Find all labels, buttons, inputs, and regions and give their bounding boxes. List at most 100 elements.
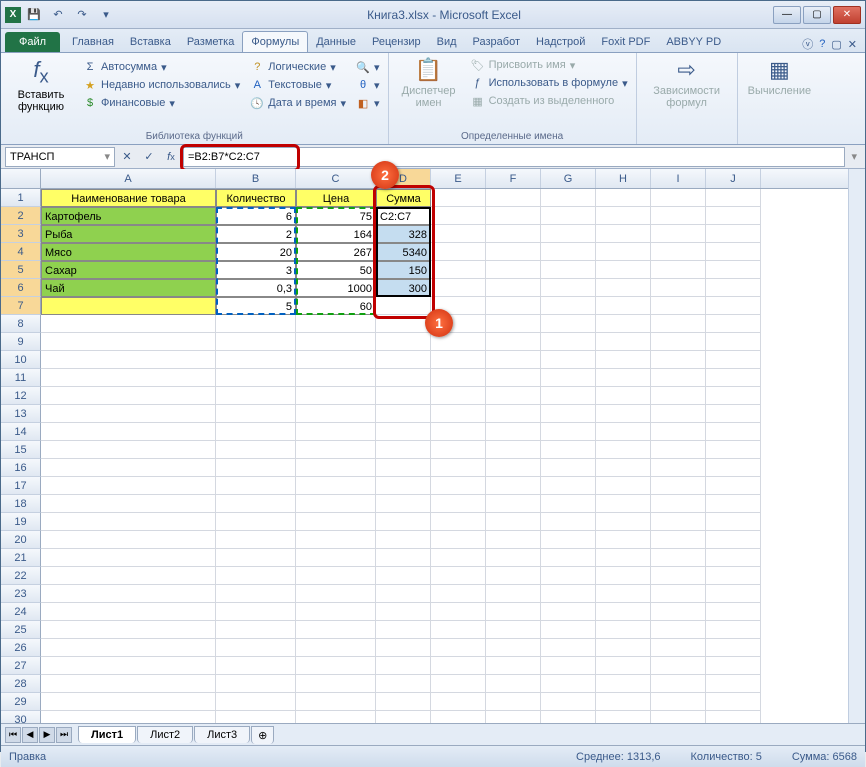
cell[interactable]: 2: [216, 225, 296, 243]
sheet-first-icon[interactable]: ⏮: [5, 727, 21, 743]
cell[interactable]: [486, 189, 541, 207]
cell[interactable]: [706, 243, 761, 261]
col-header-j[interactable]: J: [706, 169, 761, 188]
cell[interactable]: 1000: [296, 279, 376, 297]
save-icon[interactable]: 💾: [25, 6, 43, 24]
cell[interactable]: [706, 603, 761, 621]
cell[interactable]: [706, 369, 761, 387]
row-header[interactable]: 8: [1, 315, 41, 333]
cell[interactable]: [541, 279, 596, 297]
cell[interactable]: [651, 297, 706, 315]
cell[interactable]: [376, 585, 431, 603]
cell[interactable]: [41, 297, 216, 315]
sheet-prev-icon[interactable]: ◀: [22, 727, 38, 743]
cell[interactable]: [431, 675, 486, 693]
cell[interactable]: [706, 657, 761, 675]
cell[interactable]: [376, 639, 431, 657]
col-header-c[interactable]: C: [296, 169, 376, 188]
cell[interactable]: [41, 387, 216, 405]
cell[interactable]: [651, 675, 706, 693]
cell[interactable]: [376, 369, 431, 387]
cell[interactable]: [706, 711, 761, 723]
row-header[interactable]: 15: [1, 441, 41, 459]
row-header[interactable]: 10: [1, 351, 41, 369]
undo-icon[interactable]: ↶: [49, 6, 67, 24]
cell[interactable]: [706, 423, 761, 441]
cell[interactable]: Рыба: [41, 225, 216, 243]
cell[interactable]: [541, 603, 596, 621]
cell[interactable]: [41, 639, 216, 657]
cell[interactable]: [541, 513, 596, 531]
cell[interactable]: [541, 441, 596, 459]
row-header[interactable]: 11: [1, 369, 41, 387]
cell[interactable]: [706, 639, 761, 657]
cell[interactable]: [296, 567, 376, 585]
row-header[interactable]: 4: [1, 243, 41, 261]
cell[interactable]: 5340: [376, 243, 431, 261]
cell[interactable]: [376, 495, 431, 513]
cell[interactable]: [216, 693, 296, 711]
cell[interactable]: [651, 315, 706, 333]
cell[interactable]: [596, 477, 651, 495]
cell[interactable]: [541, 333, 596, 351]
cell[interactable]: [596, 405, 651, 423]
formula-expand-icon[interactable]: ▾: [847, 150, 861, 163]
cell[interactable]: [376, 549, 431, 567]
cell[interactable]: [651, 603, 706, 621]
cell[interactable]: [41, 441, 216, 459]
cell[interactable]: [431, 621, 486, 639]
cell[interactable]: Количество: [216, 189, 296, 207]
cell[interactable]: [431, 693, 486, 711]
name-box[interactable]: ТРАНСП ▾: [5, 147, 115, 167]
cell[interactable]: [486, 549, 541, 567]
sheet-next-icon[interactable]: ▶: [39, 727, 55, 743]
cell[interactable]: [486, 387, 541, 405]
cell[interactable]: [41, 603, 216, 621]
cell[interactable]: [651, 441, 706, 459]
cell[interactable]: [596, 369, 651, 387]
lookup-button[interactable]: 🔍▾: [354, 59, 382, 75]
cell[interactable]: [296, 513, 376, 531]
cell[interactable]: [596, 657, 651, 675]
cell[interactable]: [216, 495, 296, 513]
cell[interactable]: [376, 513, 431, 531]
cell[interactable]: [216, 369, 296, 387]
cell[interactable]: [651, 495, 706, 513]
name-box-dropdown-icon[interactable]: ▾: [104, 150, 110, 163]
cell[interactable]: [541, 189, 596, 207]
cell[interactable]: [541, 387, 596, 405]
cell[interactable]: [596, 495, 651, 513]
cell[interactable]: [541, 405, 596, 423]
cell[interactable]: 75: [296, 207, 376, 225]
cell[interactable]: [651, 567, 706, 585]
cell[interactable]: [296, 531, 376, 549]
cell[interactable]: [376, 351, 431, 369]
cell[interactable]: [651, 621, 706, 639]
maximize-button[interactable]: ▢: [803, 6, 831, 24]
cell[interactable]: [296, 441, 376, 459]
cell[interactable]: [431, 387, 486, 405]
cell[interactable]: [216, 549, 296, 567]
minimize-button[interactable]: —: [773, 6, 801, 24]
cell[interactable]: [486, 207, 541, 225]
cell[interactable]: [486, 621, 541, 639]
cell[interactable]: [431, 477, 486, 495]
cell[interactable]: [541, 693, 596, 711]
cell[interactable]: [296, 711, 376, 723]
cell[interactable]: [486, 477, 541, 495]
cell[interactable]: [216, 531, 296, 549]
cell[interactable]: [541, 711, 596, 723]
cell[interactable]: [486, 351, 541, 369]
cell[interactable]: [706, 261, 761, 279]
cell[interactable]: Чай: [41, 279, 216, 297]
row-header[interactable]: 6: [1, 279, 41, 297]
cell[interactable]: [706, 621, 761, 639]
cell[interactable]: 20: [216, 243, 296, 261]
cell[interactable]: 6: [216, 207, 296, 225]
cell[interactable]: [431, 261, 486, 279]
cell[interactable]: [41, 513, 216, 531]
more-fn-button[interactable]: ◧▾: [354, 95, 382, 111]
tab-review[interactable]: Рецензир: [364, 32, 429, 52]
cell[interactable]: [41, 549, 216, 567]
tab-home[interactable]: Главная: [64, 32, 122, 52]
